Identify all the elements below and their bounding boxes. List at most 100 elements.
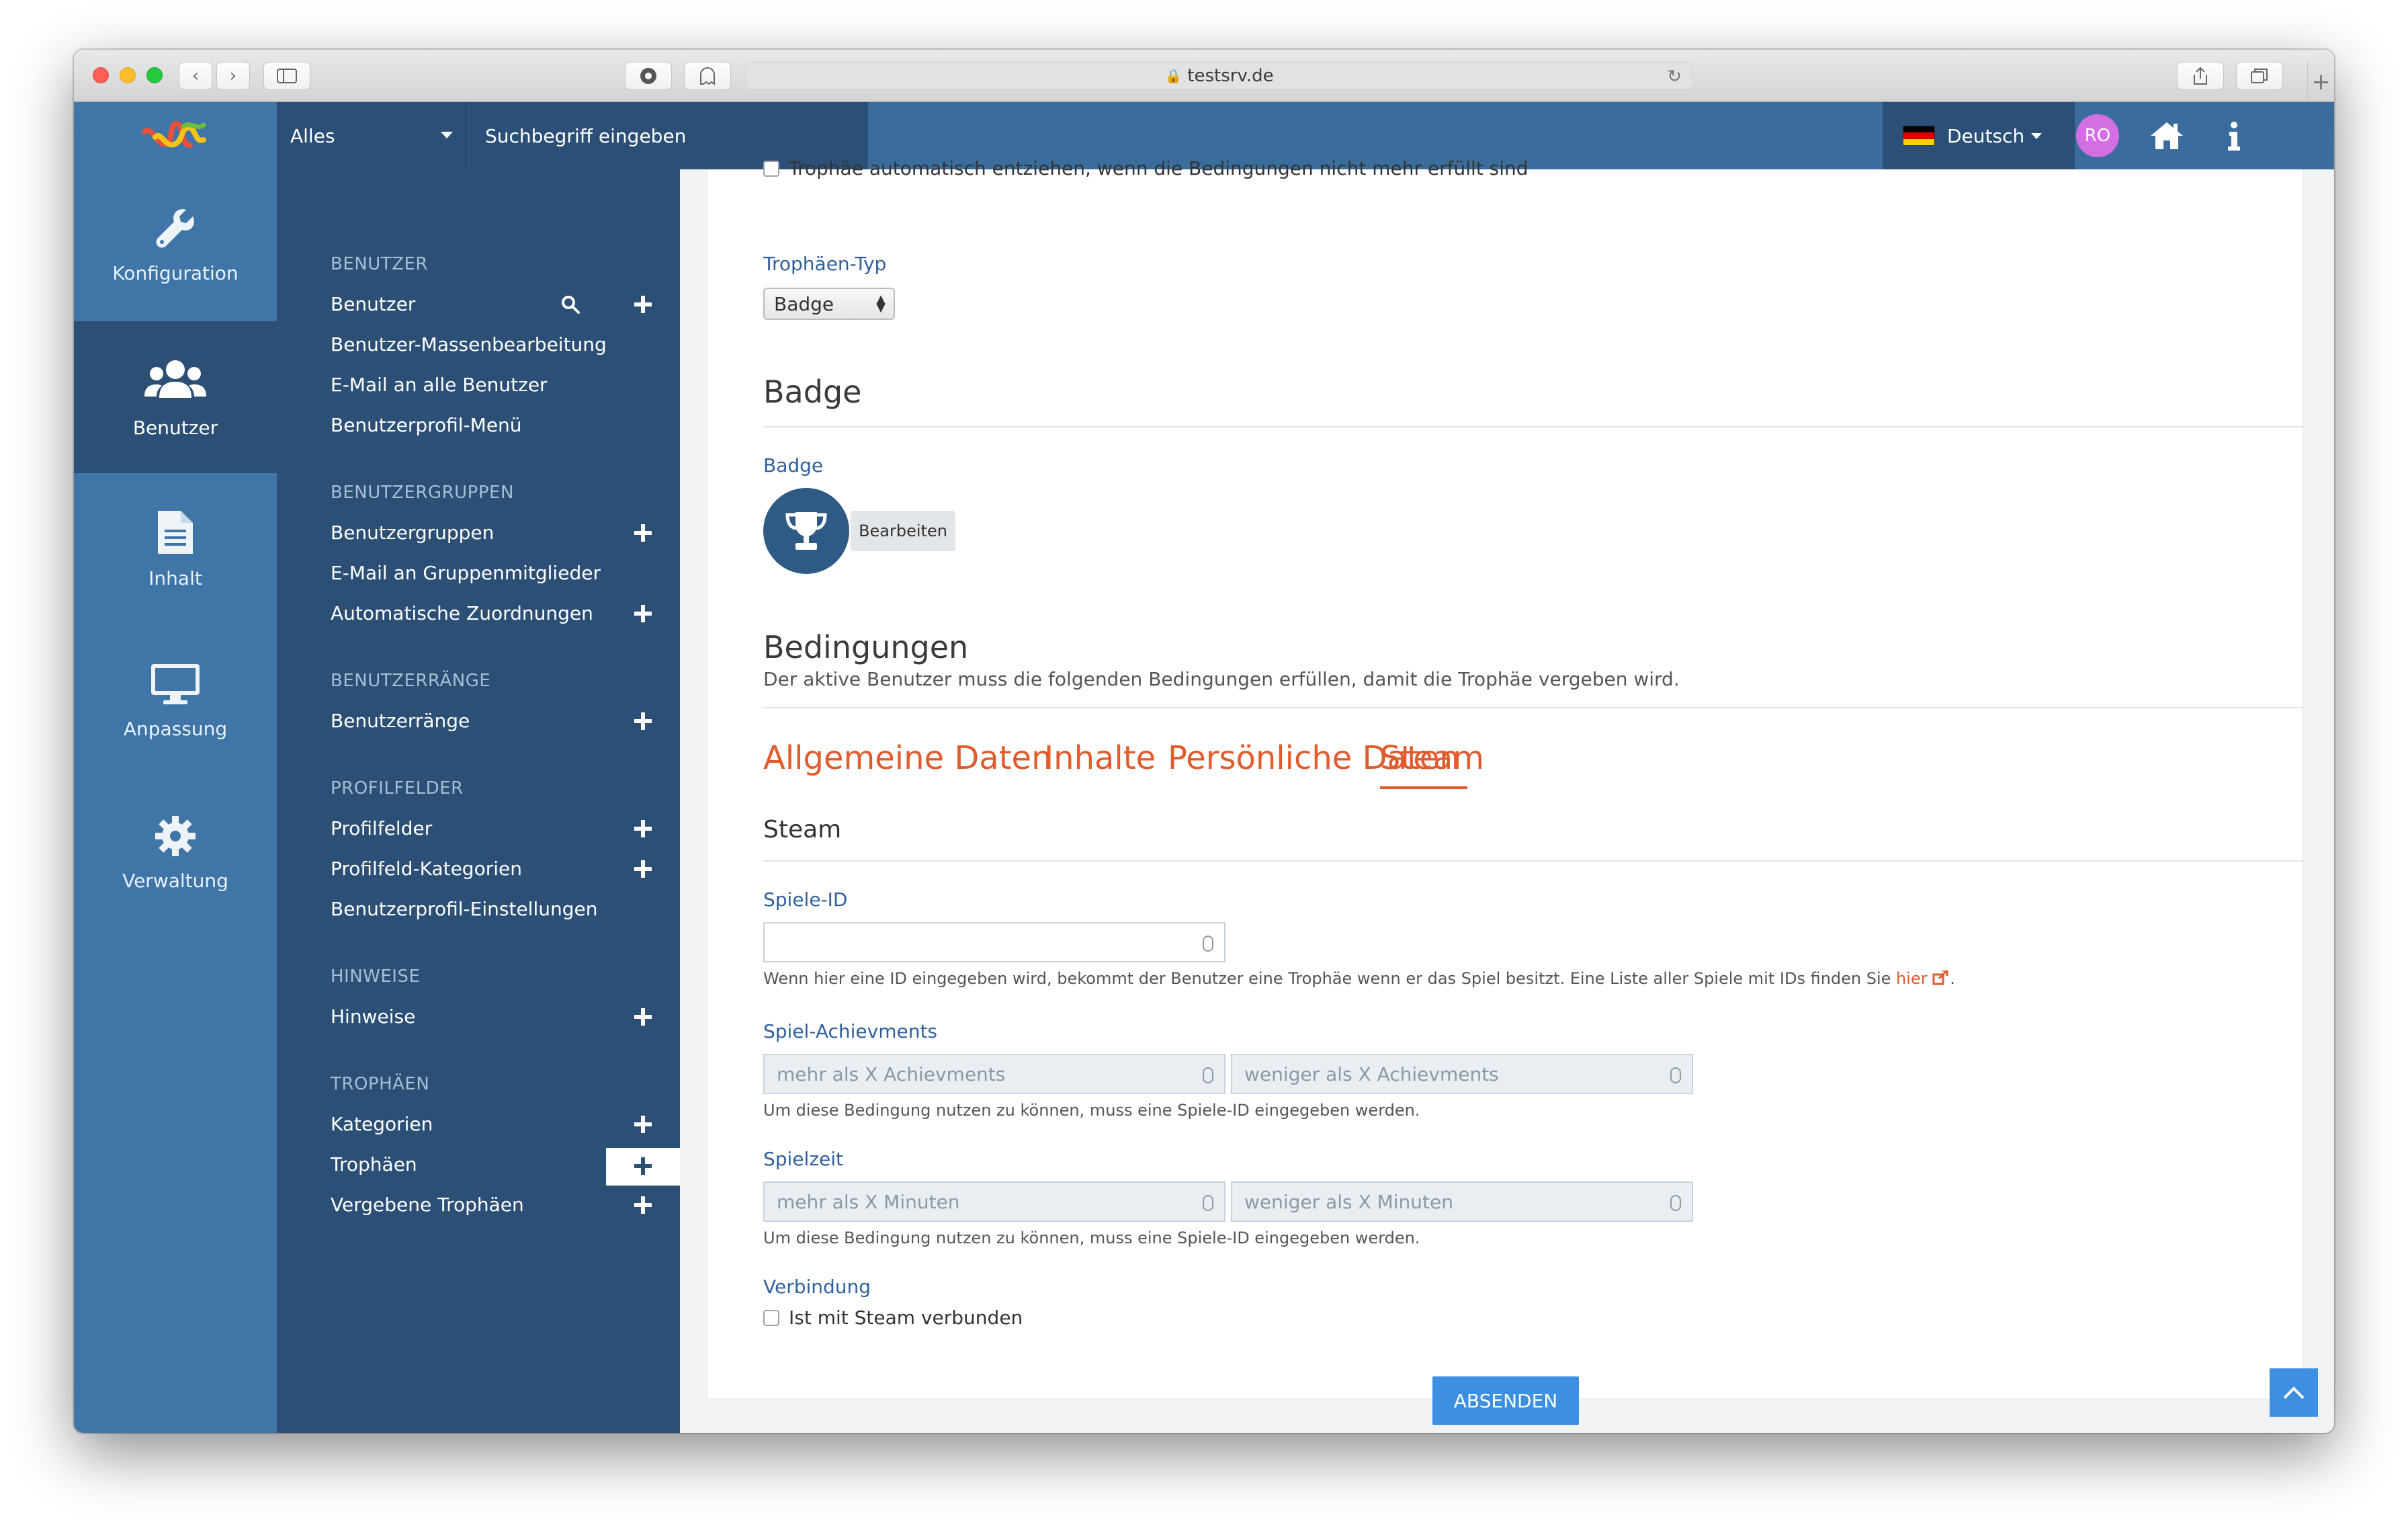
submenu-item-email-gruppen[interactable]: E-Mail an Gruppenmitglieder bbox=[331, 562, 601, 584]
add-vergebene-icon[interactable] bbox=[633, 1195, 653, 1215]
submenu-item-profil-einstellungen[interactable]: Benutzerprofil-Einstellungen bbox=[331, 898, 597, 920]
submenu-item-vergebene[interactable]: Vergebene Trophäen bbox=[331, 1194, 524, 1216]
edit-badge-button[interactable]: Bearbeiten bbox=[851, 511, 955, 551]
submenu-item-benutzer[interactable]: Benutzer bbox=[331, 293, 415, 315]
tab-steam[interactable]: Steam bbox=[1380, 739, 1484, 777]
tabs-overview-button[interactable] bbox=[2236, 62, 2283, 90]
plus-icon: + bbox=[2311, 69, 2331, 95]
search-category-select[interactable]: Alles bbox=[277, 102, 465, 169]
submenu-item-profilfelder[interactable]: Profilfelder bbox=[331, 817, 432, 839]
submit-button[interactable]: ABSENDEN bbox=[1432, 1376, 1579, 1425]
submenu-heading-profilfelder: PROFILFELDER bbox=[331, 778, 464, 798]
scroll-to-top-button[interactable] bbox=[2270, 1368, 2318, 1417]
trophy-type-select[interactable]: Badge ▲ ▼ bbox=[763, 288, 895, 320]
info-button[interactable] bbox=[2210, 114, 2258, 157]
share-icon bbox=[2194, 67, 2207, 85]
submenu-heading-hinweise: HINWEISE bbox=[331, 966, 421, 987]
caret-down-icon bbox=[2031, 132, 2042, 139]
nav-anpassung[interactable]: Anpassung bbox=[74, 625, 277, 777]
add-hinweis-icon[interactable] bbox=[633, 1007, 653, 1027]
add-kategorie-icon[interactable] bbox=[633, 1114, 653, 1134]
sidebar-toggle-button[interactable] bbox=[263, 62, 310, 90]
germany-flag-icon bbox=[1903, 126, 1935, 146]
steam-connected-label: Ist mit Steam verbunden bbox=[789, 1307, 1023, 1329]
add-profilfeld-kategorie-icon[interactable] bbox=[633, 859, 653, 879]
submenu-item-massenbearbeitung[interactable]: Benutzer-Massenbearbeitung bbox=[331, 333, 607, 356]
home-button[interactable] bbox=[2143, 114, 2190, 157]
minimize-window-button[interactable] bbox=[120, 67, 136, 83]
users-icon bbox=[144, 360, 206, 398]
submenu-item-auto-zuordnungen[interactable]: Automatische Zuordnungen bbox=[331, 602, 593, 624]
trophy-type-label: Trophäen-Typ bbox=[763, 253, 887, 275]
search-users-icon[interactable] bbox=[560, 294, 580, 315]
back-button[interactable]: ‹ bbox=[179, 62, 212, 90]
add-benutzer-icon[interactable] bbox=[633, 294, 653, 315]
achievements-label: Spiel-Achievments bbox=[763, 1020, 938, 1042]
language-selector[interactable]: Deutsch bbox=[1883, 102, 2075, 169]
playtime-min-input[interactable]: mehr als X Minuten bbox=[763, 1182, 1226, 1222]
game-id-help: Wenn hier eine ID eingegeben wird, bekom… bbox=[763, 969, 1955, 988]
nav-inhalt[interactable]: Inhalt bbox=[74, 473, 277, 625]
spinner-icon bbox=[1203, 1067, 1213, 1083]
submenu-item-trophaeen[interactable]: Trophäen bbox=[331, 1153, 417, 1175]
add-rang-icon[interactable] bbox=[633, 711, 653, 731]
url-text: testsrv.de bbox=[1187, 66, 1274, 86]
caret-down-icon bbox=[441, 132, 453, 138]
submenu-item-email-alle[interactable]: E-Mail an alle Benutzer bbox=[331, 374, 548, 396]
chevron-left-icon: ‹ bbox=[191, 66, 200, 86]
external-link-icon[interactable] bbox=[1932, 969, 1950, 985]
achievements-min-input[interactable]: mehr als X Achievments bbox=[763, 1054, 1226, 1094]
avatar-initials: RO bbox=[2084, 126, 2111, 146]
submenu-item-raenge[interactable]: Benutzerränge bbox=[331, 710, 470, 732]
search-category-value: Alles bbox=[290, 124, 335, 147]
nav-label: Konfiguration bbox=[112, 261, 239, 284]
game-id-help-text: Wenn hier eine ID eingegeben wird, bekom… bbox=[763, 969, 1897, 988]
nav-label: Verwaltung bbox=[122, 869, 228, 892]
divider bbox=[763, 860, 2305, 862]
add-gruppe-icon[interactable] bbox=[633, 523, 653, 543]
submenu-item-gruppen[interactable]: Benutzergruppen bbox=[331, 522, 494, 544]
game-id-input[interactable] bbox=[763, 922, 1226, 962]
divider bbox=[763, 426, 2305, 427]
browser-toolbar: ‹ › 🔒 testsrv.de ↻ + bbox=[74, 50, 2334, 102]
zoom-window-button[interactable] bbox=[146, 67, 163, 83]
user-avatar[interactable]: RO bbox=[2076, 114, 2119, 157]
nav-label: Benutzer bbox=[132, 416, 218, 439]
add-zuordnung-icon[interactable] bbox=[633, 604, 653, 624]
close-window-button[interactable] bbox=[93, 67, 109, 83]
nav-benutzer[interactable]: Benutzer bbox=[74, 321, 277, 473]
playtime-max-placeholder: weniger als X Minuten bbox=[1244, 1190, 1453, 1213]
address-bar[interactable]: 🔒 testsrv.de ↻ bbox=[746, 62, 1693, 90]
add-profilfeld-icon[interactable] bbox=[633, 819, 653, 839]
tab-allgemeine-daten[interactable]: Allgemeine Daten bbox=[763, 739, 1052, 777]
auto-revoke-row: Trophäe automatisch entziehen, wenn die … bbox=[763, 157, 1529, 179]
tab-inhalte[interactable]: Inhalte bbox=[1044, 739, 1156, 777]
page: ‹ › 🔒 testsrv.de ↻ + Alles Suchbegriff e… bbox=[0, 0, 2408, 1531]
submenu-item-hinweise[interactable]: Hinweise bbox=[331, 1005, 415, 1028]
playtime-max-input[interactable]: weniger als X Minuten bbox=[1231, 1182, 1693, 1222]
trophy-icon bbox=[785, 512, 827, 550]
document-icon bbox=[158, 510, 193, 554]
submenu-item-profilmenu[interactable]: Benutzerprofil-Menü bbox=[331, 414, 522, 436]
game-list-link[interactable]: hier bbox=[1896, 969, 1928, 988]
nav-konfiguration[interactable]: Konfiguration bbox=[74, 169, 277, 321]
achievements-max-input[interactable]: weniger als X Achievments bbox=[1231, 1054, 1693, 1094]
form-card: Trophäe automatisch entziehen, wenn die … bbox=[708, 157, 2305, 1425]
ghost-extension-button[interactable] bbox=[684, 62, 731, 90]
achievements-min-placeholder: mehr als X Achievments bbox=[777, 1063, 1006, 1085]
nav-verwaltung[interactable]: Verwaltung bbox=[74, 777, 277, 929]
new-tab-button[interactable]: + bbox=[2307, 62, 2334, 102]
reload-icon[interactable]: ↻ bbox=[1667, 67, 1682, 87]
logo[interactable] bbox=[74, 102, 277, 169]
share-button[interactable] bbox=[2177, 62, 2224, 90]
wrench-icon bbox=[156, 208, 194, 247]
submenu: BENUTZER Benutzer Benutzer-Massenbearbei… bbox=[277, 169, 680, 1433]
auto-revoke-checkbox[interactable] bbox=[763, 160, 779, 177]
add-trophaee-button[interactable] bbox=[606, 1148, 680, 1186]
submenu-item-profilfeld-kategorien[interactable]: Profilfeld-Kategorien bbox=[331, 858, 522, 880]
game-id-label: Spiele-ID bbox=[763, 888, 848, 911]
privacy-extension-button[interactable] bbox=[625, 62, 672, 90]
steam-connected-checkbox[interactable] bbox=[763, 1309, 779, 1326]
forward-button[interactable]: › bbox=[216, 62, 250, 90]
submenu-item-kategorien[interactable]: Kategorien bbox=[331, 1113, 433, 1135]
